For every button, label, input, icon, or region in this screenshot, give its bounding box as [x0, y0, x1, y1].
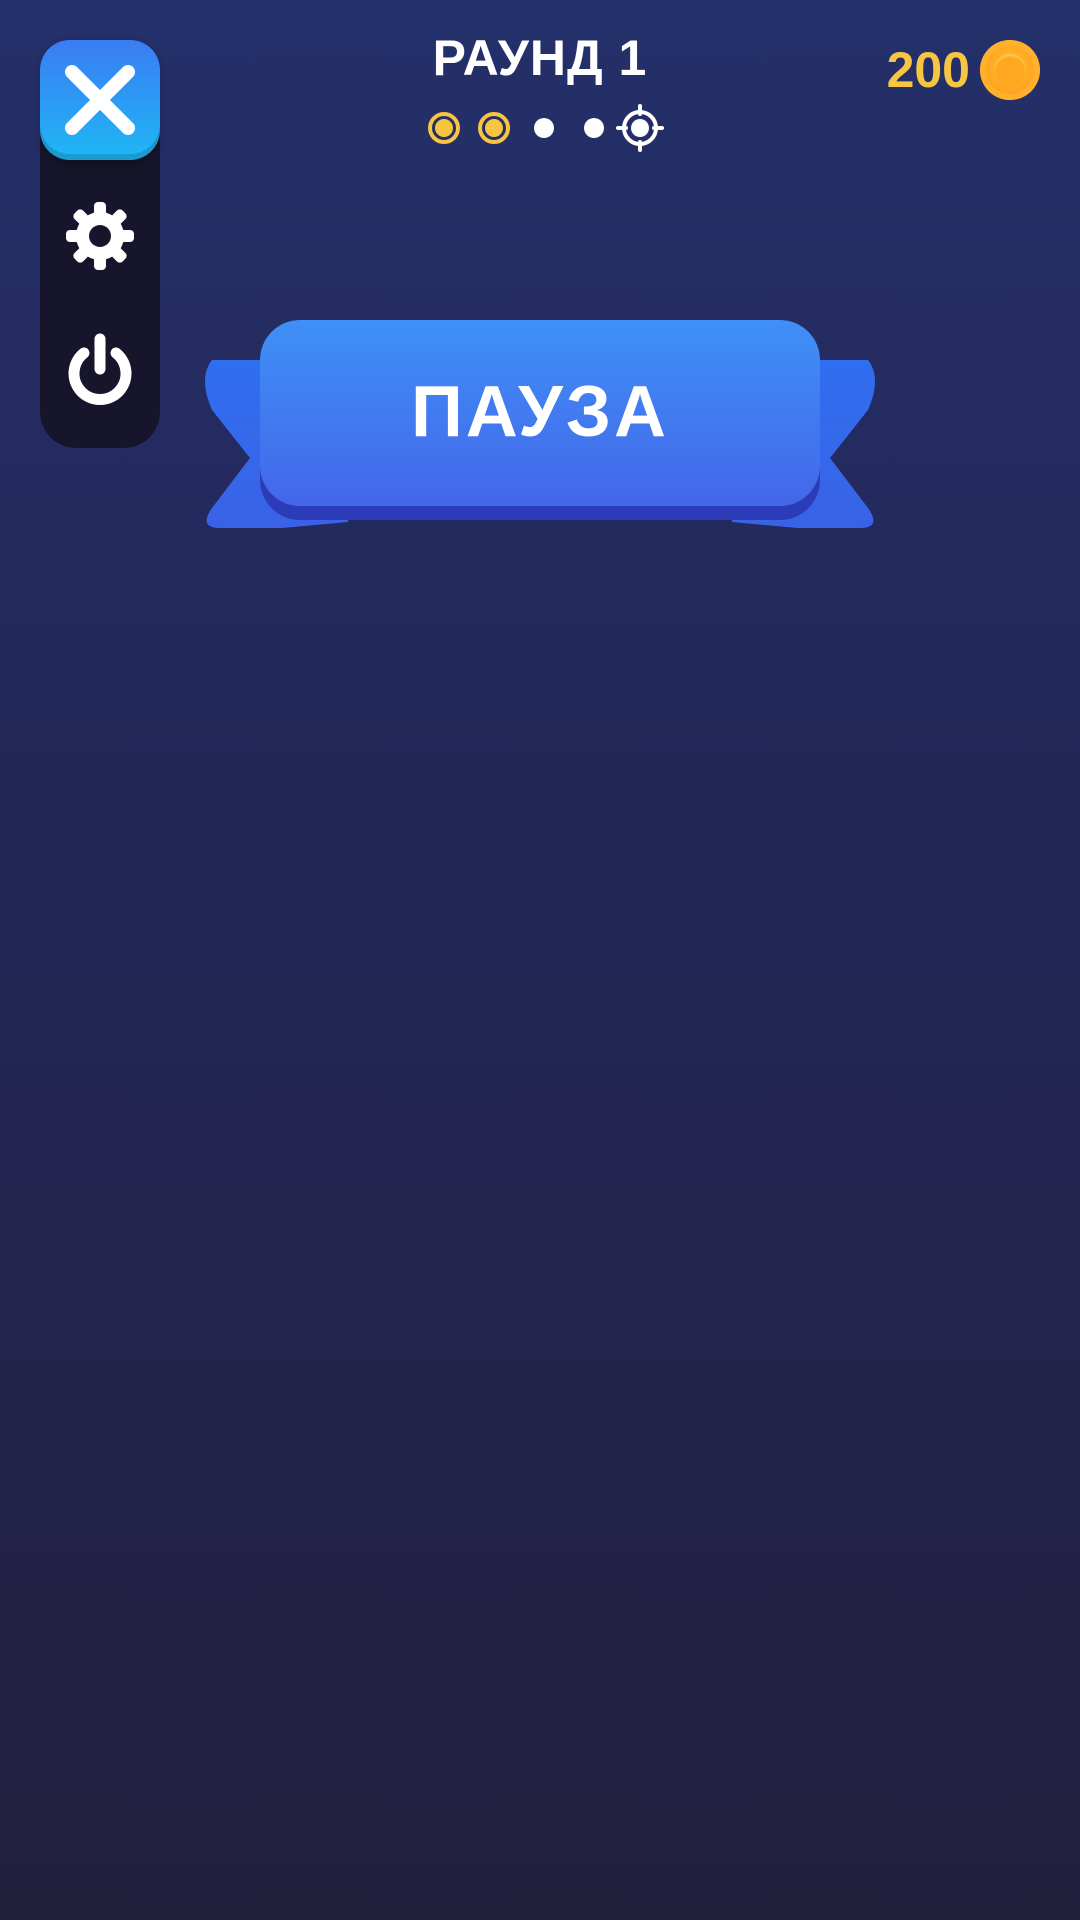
progress-step-pending-icon [584, 118, 604, 138]
progress-target-icon [616, 104, 664, 152]
coin-icon [980, 40, 1040, 100]
power-icon [68, 333, 132, 405]
close-button[interactable] [40, 40, 160, 160]
progress-step-completed-icon [478, 112, 510, 144]
round-title: РАУНД 1 [432, 30, 648, 86]
close-icon [65, 65, 135, 135]
pause-title: ПАУЗА [411, 372, 669, 452]
pause-banner: ПАУЗА [198, 318, 882, 540]
progress-step-pending-icon [534, 118, 554, 138]
gear-icon [66, 202, 134, 270]
coins-counter: 200 [887, 40, 1040, 100]
round-progress [420, 104, 666, 152]
progress-step-completed-icon [428, 112, 460, 144]
settings-button[interactable] [40, 196, 160, 276]
power-button[interactable] [40, 328, 160, 414]
coins-count: 200 [886, 42, 970, 98]
